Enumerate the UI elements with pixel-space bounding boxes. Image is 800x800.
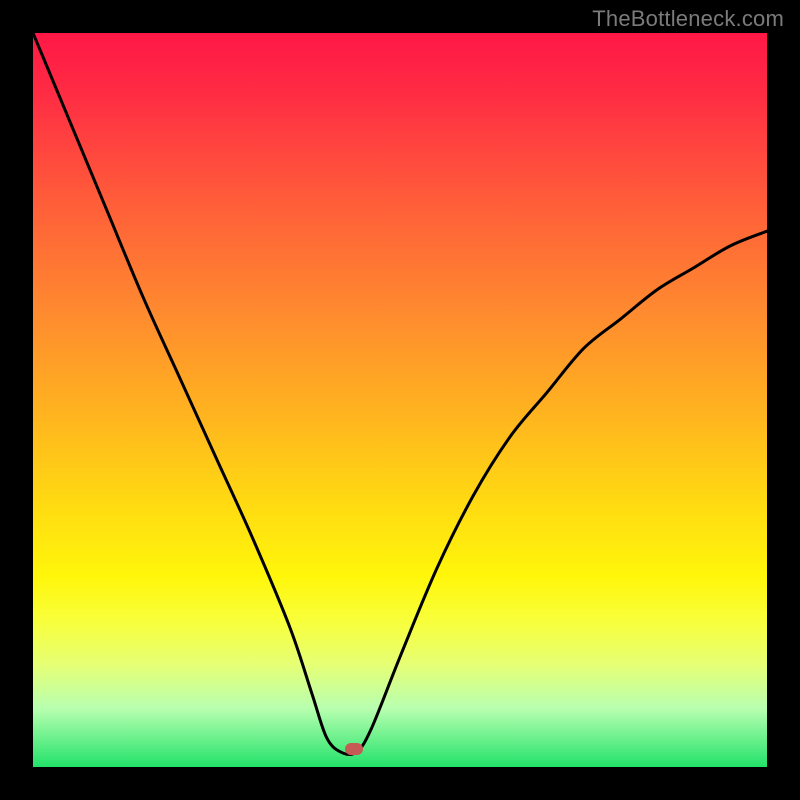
plot-area xyxy=(33,33,767,767)
watermark-text: TheBottleneck.com xyxy=(592,6,784,32)
optimal-point-marker xyxy=(345,743,363,755)
bottleneck-curve xyxy=(33,33,767,767)
chart-frame: TheBottleneck.com xyxy=(0,0,800,800)
